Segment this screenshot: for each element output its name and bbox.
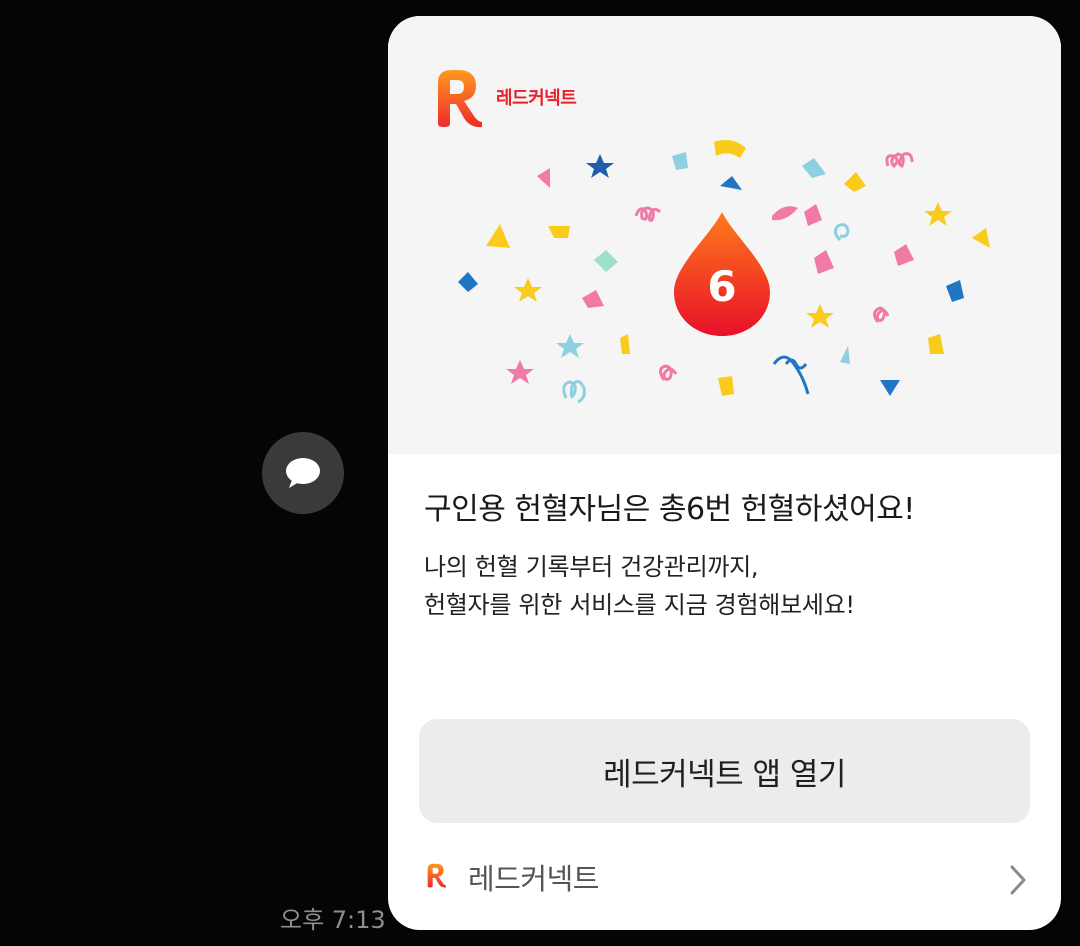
description-line-1: 나의 헌혈 기록부터 건강관리까지, (424, 553, 759, 581)
donation-count: 6 (707, 262, 737, 311)
blood-drop-badge: 6 (672, 210, 772, 338)
description-line-2: 헌혈자를 위한 서비스를 지금 경험해보세요! (424, 591, 855, 619)
hero-image: 레드커넥트 6 (388, 16, 1061, 454)
redconnect-small-logo-icon (427, 863, 446, 888)
message-card[interactable]: 레드커넥트 6 구인용 헌혈자님은 총6번 헌혈하셨어요! 나의 헌혈 기록부터… (388, 16, 1061, 930)
card-footer-link[interactable]: 레드커넥트 (388, 846, 1061, 906)
chevron-right-icon[interactable] (1008, 864, 1028, 896)
message-timestamp: 오후 7:13 (280, 906, 386, 934)
card-headline: 구인용 헌혈자님은 총6번 헌혈하셨어요! (424, 492, 915, 527)
card-description: 나의 헌혈 기록부터 건강관리까지, 헌혈자를 위한 서비스를 지금 경험해보세… (424, 548, 855, 624)
footer-brand-name: 레드커넥트 (468, 862, 599, 896)
chat-screen: 오후 7:13 레드커넥트 6 구인용 헌혈자님은 총6번 헌혈하셨어요! 나의… (0, 0, 1080, 946)
chat-bubble-icon (286, 458, 320, 488)
open-app-button[interactable]: 레드커넥트 앱 열기 (419, 719, 1030, 823)
share-message-button[interactable] (262, 432, 344, 514)
